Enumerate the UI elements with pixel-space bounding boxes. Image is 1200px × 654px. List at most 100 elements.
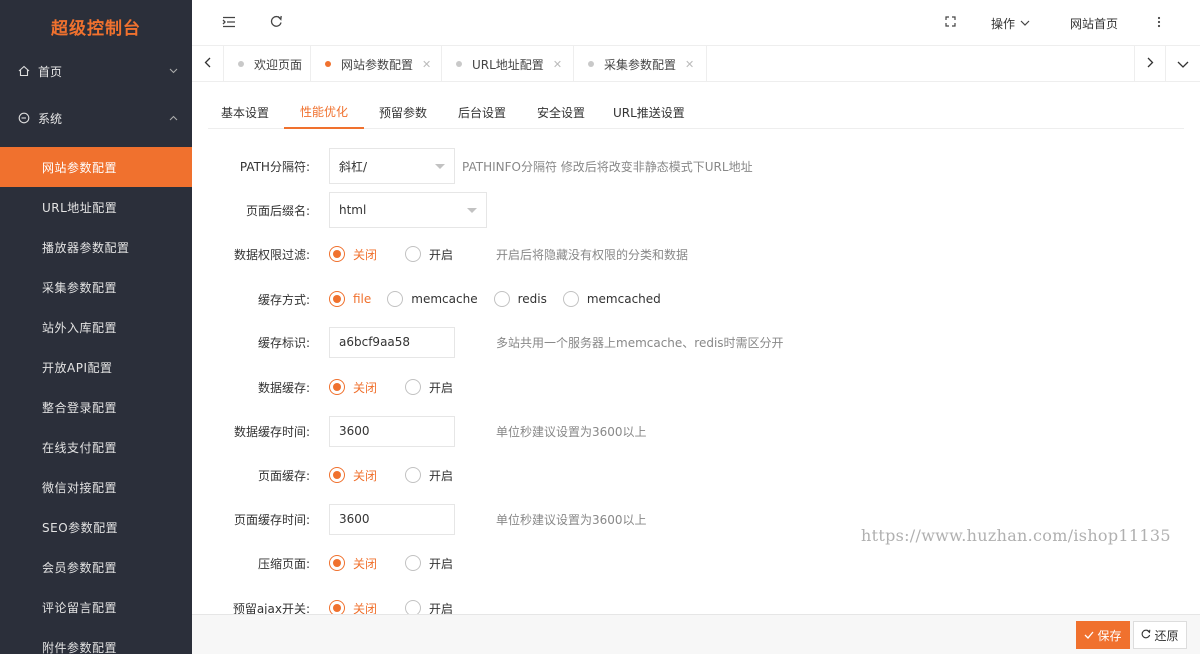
menu-fold-button[interactable] (222, 0, 236, 46)
field-hint: 开启后将隐藏没有权限的分类和数据 (496, 247, 689, 262)
save-button[interactable]: 保存 (1076, 621, 1130, 649)
sidebar-item-url-config[interactable]: URL地址配置 (0, 187, 192, 227)
radio-off[interactable]: 关闭 (329, 467, 377, 484)
radio-on[interactable]: 开启 (405, 600, 453, 614)
operate-dropdown[interactable]: 操作 (991, 0, 1030, 46)
reset-label: 还原 (1154, 628, 1179, 643)
sidebar-item-home[interactable]: 首页 (0, 53, 192, 89)
radio-off[interactable]: 关闭 (329, 600, 377, 614)
select-value: 斜杠/ (339, 159, 368, 174)
fullscreen-icon (945, 16, 956, 30)
sidebar-item-site-params[interactable]: 网站参数配置 (0, 147, 192, 187)
settings-subtabs: 基本设置 性能优化 预留参数 后台设置 安全设置 URL推送设置 (208, 96, 1184, 129)
tabs-menu-dropdown[interactable] (1167, 46, 1199, 82)
site-home-link[interactable]: 网站首页 (1070, 0, 1118, 46)
sidebar-item-member-config[interactable]: 会员参数配置 (0, 547, 192, 587)
page-tabs-bar: 欢迎页面 网站参数配置 ✕ URL地址配置 ✕ 采集参数配置 ✕ (192, 46, 1200, 82)
more-button[interactable] (1157, 0, 1161, 46)
radio-circle (329, 379, 345, 395)
watermark-text: https://www.huzhan.com/ishop11135 (861, 526, 1171, 545)
tabs-scroll-left[interactable] (192, 46, 224, 82)
cache-flag-input[interactable]: a6bcf9aa58 (329, 326, 455, 358)
field-label: 数据缓存: (257, 380, 310, 395)
radio-on[interactable]: 开启 (405, 379, 453, 396)
field-hint: 单位秒建议设置为3600以上 (496, 512, 647, 527)
cache-type-radio-group: file memcache redis memcached (329, 291, 677, 307)
compress-radio-group: 关闭 开启 (329, 555, 469, 572)
ajax-radio-group: 关闭 开启 (329, 600, 469, 614)
input-value: 3600 (339, 512, 370, 526)
sidebar-item-comment-config[interactable]: 评论留言配置 (0, 587, 192, 627)
form-row-path-sep: PATH分隔符: 斜杠/ PATHINFO分隔符 修改后将改变非静态模式下URL… (192, 148, 753, 184)
data-cache-time-input[interactable]: 3600 (329, 415, 455, 447)
save-label: 保存 (1097, 628, 1122, 643)
radio-circle (405, 467, 422, 483)
sidebar-item-api-config[interactable]: 开放API配置 (0, 347, 192, 387)
system-icon (18, 112, 30, 124)
reset-button[interactable]: 还原 (1133, 621, 1187, 649)
radio-redis[interactable]: redis (493, 291, 547, 307)
sidebar-item-collect-config[interactable]: 采集参数配置 (0, 267, 192, 307)
radio-off[interactable]: 关闭 (329, 246, 377, 263)
sidebar: 超级控制台 首页 系统 网站参数配置 URL地址配置 播放器参数配置 采集参数配… (0, 0, 192, 654)
sidebar-item-import-config[interactable]: 站外入库配置 (0, 307, 192, 347)
radio-circle (493, 291, 510, 307)
radio-off[interactable]: 关闭 (329, 379, 377, 396)
close-icon[interactable]: ✕ (685, 58, 694, 71)
field-hint: 单位秒建议设置为3600以上 (496, 424, 647, 439)
subtab-url-push[interactable]: URL推送设置 (613, 96, 685, 129)
sidebar-item-system[interactable]: 系统 (0, 100, 192, 136)
chevron-down-icon (169, 66, 178, 77)
tab-label: URL地址配置 (472, 57, 544, 72)
sidebar-item-player-config[interactable]: 播放器参数配置 (0, 227, 192, 267)
sidebar-item-attachment-config[interactable]: 附件参数配置 (0, 627, 192, 654)
radio-file[interactable]: file (329, 291, 371, 307)
tab-dot (325, 61, 331, 67)
close-icon[interactable]: ✕ (553, 58, 562, 71)
subtab-reserved[interactable]: 预留参数 (379, 96, 427, 129)
sidebar-item-seo-config[interactable]: SEO参数配置 (0, 507, 192, 547)
operate-label: 操作 (991, 16, 1016, 31)
field-label: 缓存标识: (257, 335, 310, 350)
subtab-admin[interactable]: 后台设置 (458, 96, 506, 129)
page-cache-time-input[interactable]: 3600 (329, 503, 455, 535)
tab-site-params[interactable]: 网站参数配置 ✕ (311, 46, 442, 82)
path-sep-select[interactable]: 斜杠/ (329, 148, 455, 184)
radio-memcache[interactable]: memcache (387, 291, 478, 307)
select-value: html (339, 203, 367, 217)
tab-label: 欢迎页面 (254, 57, 303, 72)
subtab-performance[interactable]: 性能优化 (284, 96, 365, 129)
field-label: 数据权限过滤: (233, 247, 310, 262)
sidebar-item-login-config[interactable]: 整合登录配置 (0, 387, 192, 427)
suffix-select[interactable]: html (329, 192, 487, 228)
caret-down-icon (467, 208, 477, 213)
radio-on[interactable]: 开启 (405, 467, 453, 484)
chevron-down-icon (1020, 16, 1030, 30)
close-icon[interactable]: ✕ (422, 58, 431, 71)
field-label: 页面缓存: (257, 468, 310, 483)
tab-url-config[interactable]: URL地址配置 ✕ (442, 46, 574, 82)
refresh-icon (1141, 628, 1151, 642)
tab-dot (456, 61, 462, 67)
radio-memcached[interactable]: memcached (562, 291, 661, 307)
fullscreen-button[interactable] (945, 0, 956, 46)
sidebar-item-pay-config[interactable]: 在线支付配置 (0, 427, 192, 467)
sidebar-item-wechat-config[interactable]: 微信对接配置 (0, 467, 192, 507)
refresh-button[interactable] (270, 0, 283, 46)
radio-on[interactable]: 开启 (405, 246, 453, 263)
input-value: a6bcf9aa58 (339, 335, 411, 349)
radio-circle (329, 246, 345, 262)
data-filter-radio-group: 关闭 开启 (329, 246, 469, 263)
tab-collect-config[interactable]: 采集参数配置 ✕ (574, 46, 707, 82)
subtab-basic[interactable]: 基本设置 (221, 96, 269, 129)
tab-welcome[interactable]: 欢迎页面 (224, 46, 311, 82)
field-label: 数据缓存时间: (233, 424, 310, 439)
more-vertical-icon (1157, 16, 1161, 31)
radio-circle (329, 600, 345, 614)
radio-on[interactable]: 开启 (405, 555, 453, 572)
sidebar-item-label: 首页 (38, 64, 63, 79)
radio-off[interactable]: 关闭 (329, 555, 377, 572)
tabs-scroll-right[interactable] (1134, 46, 1166, 82)
subtab-security[interactable]: 安全设置 (537, 96, 585, 129)
input-value: 3600 (339, 424, 370, 438)
